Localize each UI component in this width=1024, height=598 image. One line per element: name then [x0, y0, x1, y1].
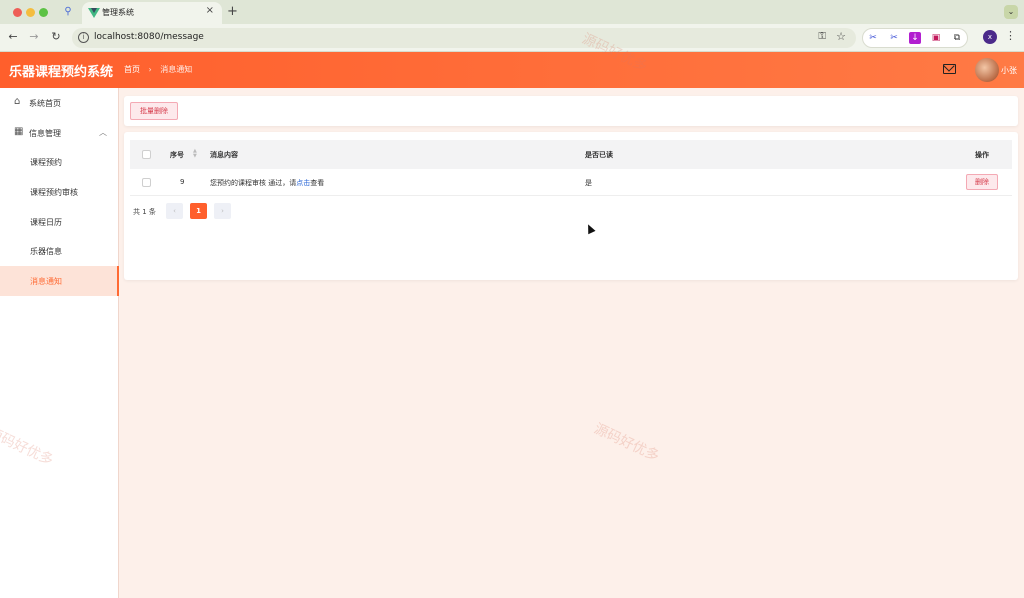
new-tab-button[interactable]: + [227, 4, 238, 19]
column-header-content: 消息内容 [210, 151, 238, 159]
scissors-extension-icon[interactable]: ✂ [867, 32, 879, 44]
url-text[interactable]: localhost:8080/message [94, 32, 204, 42]
row-content: 您预约的课程审核 通过，请点击查看 [210, 178, 324, 188]
pagination-page-1[interactable]: 1 [190, 203, 207, 219]
row-checkbox[interactable] [142, 178, 151, 187]
view-link[interactable]: 点击 [296, 179, 310, 187]
sidebar-item-course-booking[interactable]: 课程预约 [0, 147, 119, 177]
column-header-index[interactable]: 序号 [170, 150, 184, 160]
browser-tab-bar: ⚲ 管理系统 × + ⌄ [0, 0, 1024, 24]
column-header-read: 是否已读 [585, 151, 613, 159]
batch-delete-button[interactable]: 批量删除 [130, 102, 178, 120]
app-root: 乐器课程预约系统 首页 › 消息通知 小张 ⌂ 系统首页 ▦ 信息管理 ︿ 课程… [0, 31, 1024, 598]
sidebar-item-label: 课程日历 [30, 218, 62, 227]
minimize-window-button[interactable] [26, 8, 35, 17]
home-icon: ⌂ [14, 96, 21, 107]
address-bar[interactable]: i localhost:8080/message ⚿ ☆ [72, 28, 856, 48]
sidebar-item-instrument-info[interactable]: 乐器信息 [0, 236, 119, 266]
mail-icon[interactable] [943, 64, 956, 74]
sidebar-item-label: 乐器信息 [30, 247, 62, 256]
breadcrumb-home[interactable]: 首页 [124, 65, 140, 74]
image-extension-icon[interactable]: ▣ [930, 32, 942, 44]
row-content-prefix: 您预约的课程审核 通过，请 [210, 179, 297, 187]
row-read-status: 是 [585, 179, 592, 187]
grid-icon: ▦ [14, 126, 24, 137]
app-header: 乐器课程预约系统 首页 › 消息通知 小张 [0, 52, 1024, 88]
pagination-prev-button[interactable]: ‹ [166, 203, 183, 219]
sidebar-item-label: 系统首页 [29, 99, 61, 108]
select-all-checkbox[interactable] [142, 150, 151, 159]
pagination-total: 共 1 条 [133, 208, 156, 216]
browser-toolbar: ← → ↻ i localhost:8080/message ⚿ ☆ ✂ ✂ ↓… [0, 24, 1024, 52]
sidebar-item-home[interactable]: ⌂ 系统首页 [0, 88, 119, 118]
message-table-card: 序号 ▲ ▼ 消息内容 是否已读 操作 9 您预约的课程审核 通过，请点击查看 是… [124, 132, 1018, 280]
password-key-icon[interactable]: ⚿ [818, 31, 826, 42]
close-window-button[interactable] [13, 8, 22, 17]
sidebar-item-label: 课程预约 [30, 158, 62, 167]
username[interactable]: 小张 [1001, 65, 1017, 76]
sidebar-item-booking-review[interactable]: 课程预约审核 [0, 177, 119, 207]
table-header: 序号 ▲ ▼ 消息内容 是否已读 操作 [130, 140, 1012, 169]
sidebar-item-label: 课程预约审核 [30, 188, 78, 197]
sort-icon[interactable]: ▲ ▼ [193, 149, 197, 159]
reload-icon[interactable]: ↻ [49, 30, 63, 43]
extensions-group: ✂ ✂ ↓ ▣ ⧉ [862, 28, 968, 48]
download-extension-icon[interactable]: ↓ [909, 32, 921, 44]
sidebar-item-course-calendar[interactable]: 课程日历 [0, 207, 119, 237]
pagination-next-button[interactable]: › [214, 203, 231, 219]
tab-close-icon[interactable]: × [206, 5, 214, 16]
browser-menu-icon[interactable]: ⋮ [1005, 29, 1016, 42]
bookmark-star-icon[interactable]: ☆ [836, 30, 846, 43]
inactive-tab-favicon-icon[interactable]: ⚲ [62, 6, 74, 18]
scissors-alt-extension-icon[interactable]: ✂ [888, 32, 900, 44]
vue-logo-icon [88, 8, 100, 18]
puzzle-extensions-icon[interactable]: ⧉ [951, 32, 963, 44]
back-icon[interactable]: ← [6, 30, 20, 43]
breadcrumb-separator-icon: › [148, 65, 152, 74]
avatar[interactable] [975, 58, 999, 82]
profile-avatar-icon[interactable]: x [983, 30, 997, 44]
maximize-window-button[interactable] [39, 8, 48, 17]
tab-search-button[interactable]: ⌄ [1004, 5, 1018, 19]
forward-icon[interactable]: → [27, 30, 41, 43]
table-row: 9 您预约的课程审核 通过，请点击查看 是 删除 [130, 169, 1012, 196]
sidebar-item-messages[interactable]: 消息通知 [0, 266, 119, 296]
row-index: 9 [180, 178, 185, 186]
tab-title: 管理系统 [102, 8, 134, 17]
breadcrumb-current: 消息通知 [160, 65, 193, 74]
chevron-up-icon: ︿ [99, 128, 107, 137]
sidebar-item-info-management[interactable]: ▦ 信息管理 ︿ [0, 118, 119, 148]
browser-tab-active[interactable]: 管理系统 × [82, 2, 222, 24]
site-info-icon[interactable]: i [78, 32, 89, 43]
row-content-suffix: 查看 [310, 179, 325, 187]
sidebar-item-label: 信息管理 [29, 129, 61, 138]
sidebar-item-label: 消息通知 [30, 277, 62, 286]
toolbar-card: 批量删除 [124, 96, 1018, 126]
breadcrumb: 首页 › 消息通知 [124, 64, 192, 75]
app-brand-title: 乐器课程预约系统 [9, 65, 114, 80]
column-header-action: 操作 [975, 151, 989, 159]
delete-button[interactable]: 删除 [966, 174, 998, 190]
sidebar: ⌂ 系统首页 ▦ 信息管理 ︿ 课程预约 课程预约审核 课程日历 乐器信息 消息… [0, 88, 119, 598]
watermark: 源码好优多 [591, 420, 662, 465]
